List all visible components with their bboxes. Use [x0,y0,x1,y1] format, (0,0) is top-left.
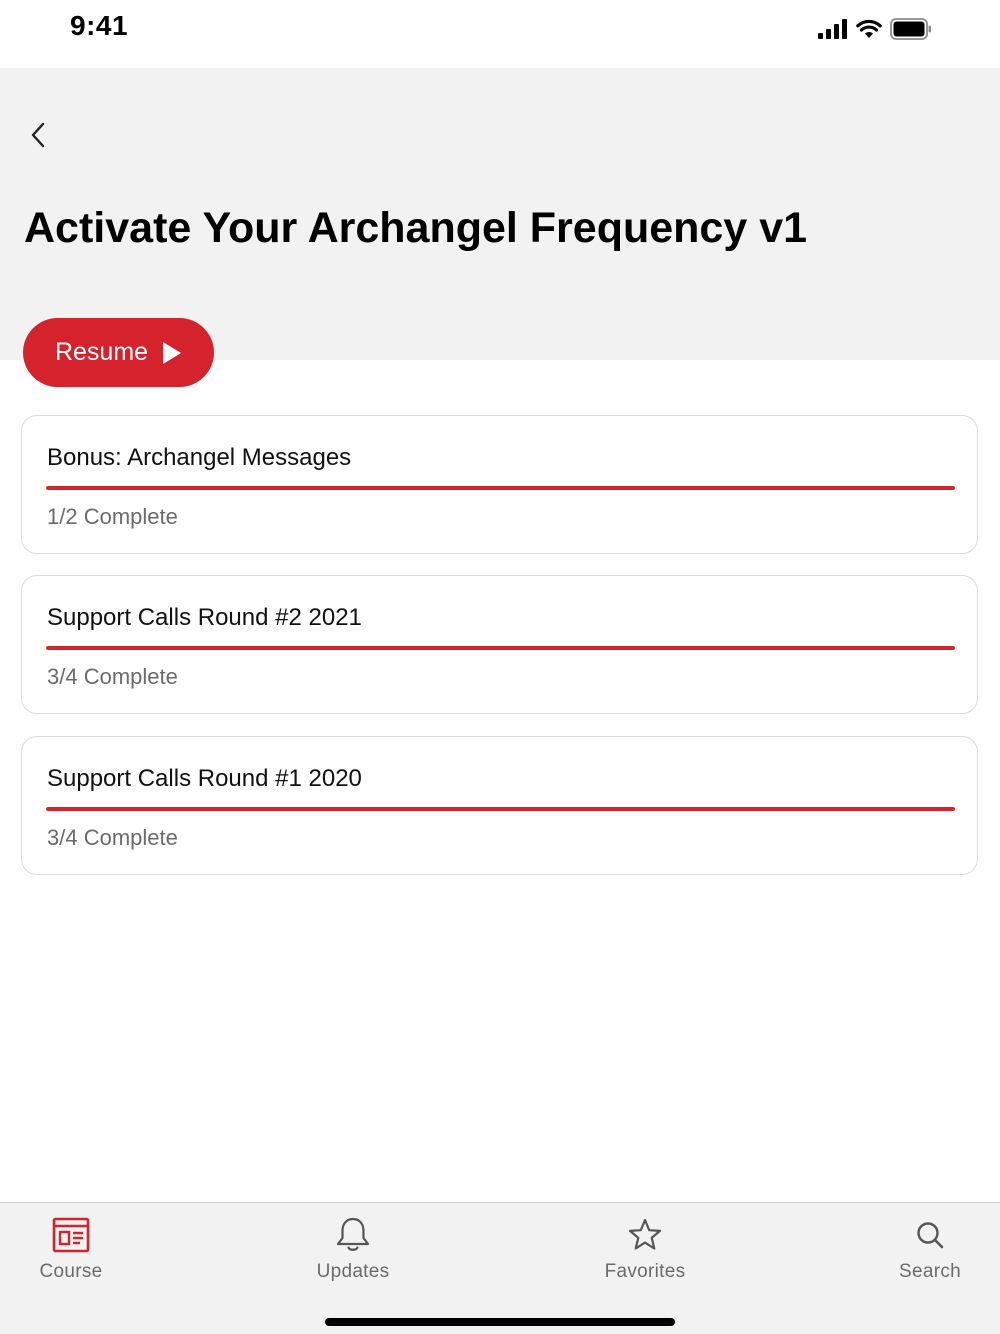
tab-updates[interactable]: Updates [273,1213,433,1293]
module-card[interactable]: Support Calls Round #2 2021 3/4 Complete [21,575,978,714]
tab-updates-label: Updates [316,1261,390,1282]
wifi-icon [856,19,882,38]
tab-favorites-label: Favorites [604,1261,686,1282]
progress-fill [46,646,955,650]
tab-course-label: Course [39,1261,103,1282]
progress-bar [46,646,955,650]
course-icon [52,1217,90,1253]
tab-course[interactable]: Course [0,1213,151,1293]
tab-favorites[interactable]: Favorites [565,1213,725,1293]
progress-fill [46,486,955,490]
resume-label: Resume [54,338,149,366]
signal-icon [818,19,847,39]
module-title: Support Calls Round #1 2020 [47,765,362,792]
module-status: 3/4 Complete [47,664,178,689]
home-indicator [325,1318,675,1326]
module-status: 3/4 Complete [47,825,178,850]
module-status: 1/2 Complete [47,504,178,529]
play-icon [163,341,182,364]
module-title: Bonus: Archangel Messages [47,444,352,471]
bell-icon [336,1217,370,1251]
resume-button[interactable]: Resume [23,318,214,387]
status-icons [818,18,932,40]
chevron-left-icon [31,122,45,148]
page-title: Activate Your Archangel Frequency v1 [24,204,808,252]
back-button[interactable] [20,113,56,157]
search-icon [917,1222,944,1249]
module-title: Support Calls Round #2 2021 [47,604,362,631]
module-card[interactable]: Bonus: Archangel Messages 1/2 Complete [21,415,978,554]
status-time: 9:41 [70,10,129,41]
progress-bar [46,486,955,490]
progress-bar [46,807,955,811]
module-card[interactable]: Support Calls Round #1 2020 3/4 Complete [21,736,978,875]
status-bar: 9:41 [0,0,1000,68]
tab-bar: Course Updates Favorites Search [0,1202,1000,1334]
tab-search-label: Search [898,1261,961,1282]
battery-icon [890,18,931,40]
progress-fill [46,807,955,811]
star-icon [628,1218,662,1250]
tab-search[interactable]: Search [850,1213,1000,1293]
